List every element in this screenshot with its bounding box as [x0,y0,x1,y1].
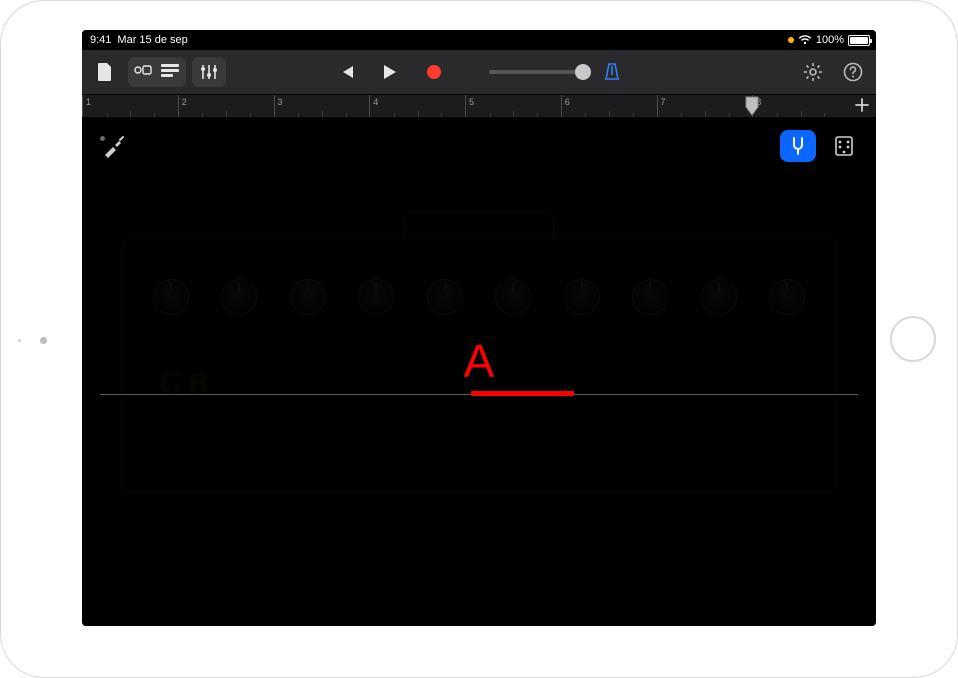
status-time: 9:41 [90,34,111,46]
monitor-status-dot [100,136,105,141]
battery-percentage: 100% [816,34,844,46]
status-left: 9:41 Mar 15 de sep [90,34,188,46]
instrument-area: GB A [82,118,876,626]
transport-controls [329,57,629,87]
input-monitor-button[interactable] [96,132,134,162]
ruler-bar-number: 1 [86,97,91,107]
ipad-frame: 9:41 Mar 15 de sep 100% [0,0,958,678]
amp-knob [564,279,600,315]
ruler-bar-number: 5 [469,97,474,107]
screen: 9:41 Mar 15 de sep 100% [82,30,876,626]
amp-knob [701,279,737,315]
ruler[interactable]: 1 2 3 4 5 6 7 8 [82,94,876,118]
ruler-bar[interactable]: 4 [369,95,465,117]
master-volume-slider[interactable] [489,70,585,74]
add-section-button[interactable] [852,97,872,117]
status-date: Mar 15 de sep [117,34,187,46]
view-mode-group [780,130,862,162]
ruler-bar[interactable]: 8 [752,95,848,117]
tracks-view-button[interactable] [160,63,180,82]
ruler-bar[interactable]: 6 [561,95,657,117]
metronome-button[interactable] [595,57,629,87]
amp-handle [404,211,554,239]
ruler-bar-number: 3 [278,97,283,107]
browser-view-button[interactable] [134,63,154,82]
ruler-bar-number: 2 [182,97,187,107]
home-button[interactable] [890,316,936,362]
tuner-button[interactable] [780,130,816,162]
track-controls-button[interactable] [192,57,226,87]
ambient-sensor-dot [18,339,21,342]
status-bar: 9:41 Mar 15 de sep 100% [82,30,876,50]
help-button[interactable] [836,57,870,87]
amp-knob [769,279,805,315]
amp-knob [495,279,531,315]
record-icon [427,65,441,79]
amp-knob [221,279,257,315]
battery-icon [848,35,870,46]
playhead[interactable] [744,95,760,118]
location-indicator-dot [788,37,794,43]
amp-knob [632,279,668,315]
stompbox-button[interactable] [826,130,862,162]
amp-logo: GB [159,367,214,401]
amp-knob [290,279,326,315]
status-right: 100% [788,34,870,46]
go-to-beginning-button[interactable] [329,57,363,87]
ruler-bar-number: 6 [565,97,570,107]
amp-knob [153,279,189,315]
ruler-bar-number: 7 [661,97,666,107]
amp-knob [427,279,463,315]
record-button[interactable] [417,57,451,87]
ruler-bar[interactable]: 3 [274,95,370,117]
amp-panel-background: GB [122,238,836,492]
play-button[interactable] [373,57,407,87]
ruler-bar[interactable]: 7 [657,95,753,117]
guitar-cable-icon [101,135,129,159]
settings-button[interactable] [796,57,830,87]
view-toggle-group [128,57,186,87]
amp-knob [358,279,394,315]
amp-knob-row [153,279,805,315]
ruler-bar[interactable]: 1 [82,95,178,117]
wifi-icon [798,35,812,45]
ruler-bar[interactable]: 2 [178,95,274,117]
ruler-bar[interactable]: 5 [465,95,561,117]
ruler-bar-number: 4 [373,97,378,107]
front-camera-dot [40,337,47,344]
volume-thumb[interactable] [575,64,591,80]
tuning-fork-icon [787,135,809,157]
control-bar [82,50,876,94]
stompbox-icon [834,135,854,157]
plus-icon [855,98,869,117]
my-songs-button[interactable] [88,57,122,87]
